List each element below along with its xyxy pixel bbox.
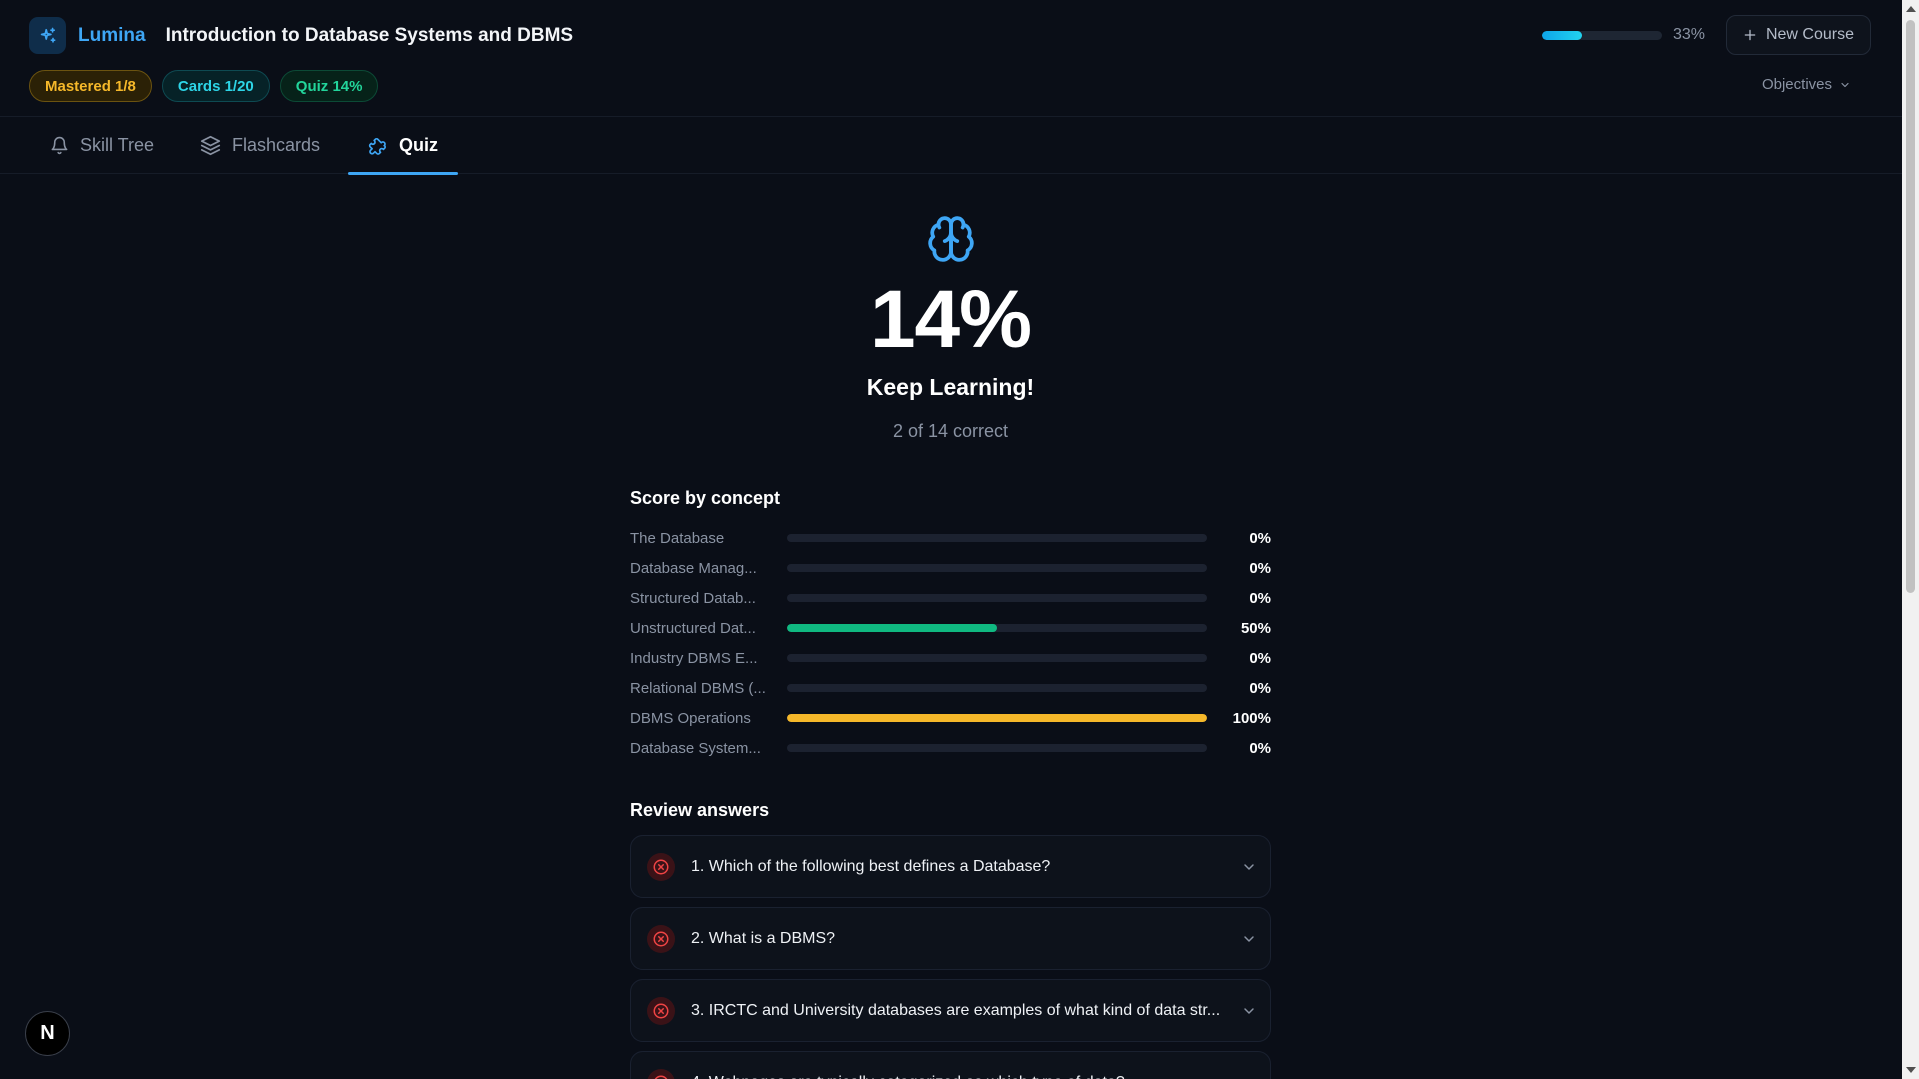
concept-progress-bar (787, 714, 1207, 722)
chevron-down-icon[interactable] (1241, 931, 1257, 947)
objectives-label: Objectives (1761, 76, 1832, 93)
concept-row: The Database 0% (630, 523, 1271, 553)
mastered-badge: Mastered 1/8 (29, 70, 152, 102)
concept-progress-bar (787, 744, 1207, 752)
scroll-up-arrow[interactable] (1906, 6, 1916, 12)
concept-name: Database System... (630, 739, 761, 757)
page-scrollbar[interactable] (1902, 0, 1919, 1079)
concept-row: Relational DBMS (... 0% (630, 673, 1271, 703)
plus-icon (1744, 29, 1756, 41)
review-item[interactable]: 2. What is a DBMS? (630, 907, 1271, 970)
tab-quiz[interactable]: Quiz (348, 117, 458, 175)
concept-row: Database Manag... 0% (630, 553, 1271, 583)
concept-progress-bar (787, 594, 1207, 602)
chevron-down-icon[interactable] (1241, 859, 1257, 875)
x-circle-icon (647, 996, 675, 1025)
review-question: 2. What is a DBMS? (691, 929, 836, 947)
sparkles-icon (29, 17, 66, 54)
dev-tools-button[interactable]: N (25, 1011, 70, 1056)
x-circle-icon (647, 924, 675, 953)
concept-name: DBMS Operations (630, 709, 751, 727)
review-question: 4. Webpages are typically categorized as… (691, 1074, 1229, 1079)
tab-skill-tree-label: Skill Tree (80, 135, 155, 155)
concept-percent: 0% (1249, 529, 1271, 547)
quiz-badge: Quiz 14% (279, 70, 379, 102)
tab-skill-tree[interactable]: Skill Tree (50, 117, 154, 174)
concept-percent: 0% (1249, 559, 1271, 577)
concept-progress-fill (787, 624, 997, 632)
concept-row: Unstructured Dat... 50% (630, 613, 1271, 643)
concept-name: Structured Datab... (630, 589, 756, 607)
new-course-button[interactable]: New Course (1725, 15, 1871, 55)
app-header: Lumina Introduction to Database Systems … (0, 0, 1902, 117)
concepts-title: Score by concept (630, 488, 781, 508)
concept-row: DBMS Operations 100% (630, 703, 1271, 733)
scroll-thumb[interactable] (1906, 20, 1915, 593)
scroll-down-arrow[interactable] (1906, 1067, 1916, 1073)
concept-percent: 50% (1240, 619, 1271, 637)
review-question: 3. IRCTC and University databases are ex… (691, 1001, 1221, 1019)
concept-row: Industry DBMS E... 0% (630, 643, 1271, 673)
tab-flashcards-label: Flashcards (232, 135, 321, 155)
review-item[interactable]: 1. Which of the following best defines a… (630, 835, 1271, 898)
cards-badge: Cards 1/20 (161, 70, 270, 102)
concept-percent: 0% (1249, 679, 1271, 697)
course-progress-fill (1541, 30, 1582, 40)
review-item[interactable]: 4. Webpages are typically categorized as… (630, 1051, 1271, 1079)
concept-percent: 0% (1249, 649, 1271, 667)
course-progress-bar (1541, 30, 1662, 40)
stat-badges: Mastered 1/8 Cards 1/20 Quiz 14% (29, 70, 379, 102)
concept-progress-bar (787, 564, 1207, 572)
concept-percent: 100% (1232, 709, 1271, 727)
concept-name: Relational DBMS (... (630, 679, 766, 697)
concept-row: Structured Datab... 0% (630, 583, 1271, 613)
concept-name: The Database (630, 529, 725, 547)
concept-progress-bar (787, 534, 1207, 542)
puzzle-icon (368, 137, 386, 155)
concept-progress-bar (787, 654, 1207, 662)
score-verdict: Keep Learning! (866, 374, 1035, 400)
concept-score-list: The Database 0% Database Manag... 0% Structu… (630, 523, 1271, 763)
concept-name: Database Manag... (630, 559, 757, 577)
layers-icon (200, 135, 221, 156)
review-title: Review answers (630, 800, 770, 820)
review-question: 1. Which of the following best defines a… (691, 857, 1051, 875)
chevron-down-icon[interactable] (1241, 1003, 1257, 1019)
concept-progress-fill (787, 714, 1207, 722)
brand-name: Lumina (78, 24, 146, 46)
brain-icon (926, 214, 976, 269)
x-circle-icon (647, 1068, 675, 1079)
chevron-down-icon (1841, 82, 1849, 87)
objectives-dropdown[interactable]: Objectives (1762, 76, 1851, 93)
concept-progress-bar (787, 624, 1207, 632)
brand[interactable]: Lumina Introduction to Database Systems … (29, 17, 573, 54)
course-progress-label: 33% (1672, 26, 1705, 43)
concept-progress-bar (787, 684, 1207, 692)
new-course-label: New Course (1765, 26, 1854, 43)
concept-percent: 0% (1249, 739, 1271, 757)
correct-count: 2 of 14 correct (892, 421, 1009, 441)
score-percent: 14% (869, 274, 1032, 365)
tab-quiz-label: Quiz (399, 135, 438, 155)
x-circle-icon (647, 852, 675, 881)
tab-bar: Skill Tree Flashcards Quiz (0, 117, 1902, 175)
concept-percent: 0% (1249, 589, 1271, 607)
course-title: Introduction to Database Systems and DBM… (165, 24, 574, 46)
bell-icon (51, 136, 68, 155)
review-item[interactable]: 3. IRCTC and University databases are ex… (630, 979, 1271, 1042)
concept-row: Database System... 0% (630, 733, 1271, 763)
review-answer-list: 1. Which of the following best defines a… (630, 835, 1271, 1079)
chevron-down-icon[interactable] (1241, 1075, 1257, 1079)
tab-flashcards[interactable]: Flashcards (200, 117, 320, 174)
concept-name: Industry DBMS E... (630, 649, 758, 667)
concept-name: Unstructured Dat... (630, 619, 756, 637)
